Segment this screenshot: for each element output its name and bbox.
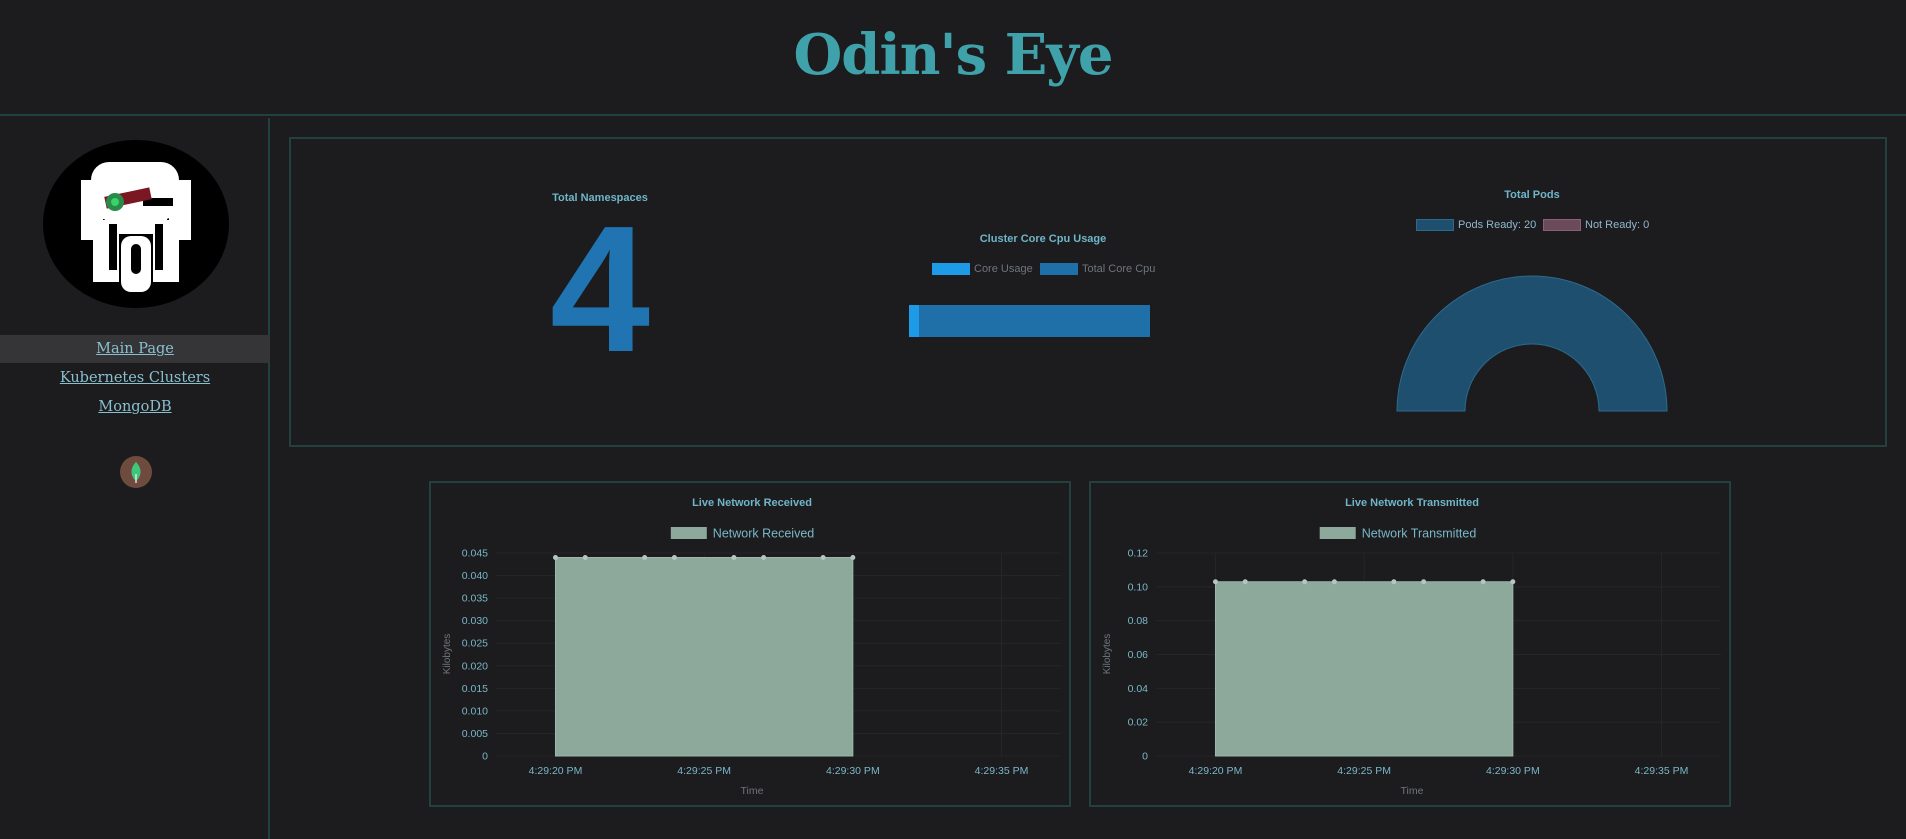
x-axis-label: Time <box>1401 785 1424 797</box>
y-tick-label: 0.010 <box>462 705 488 717</box>
pods-ready-legend: Pods Ready: 20 <box>1458 219 1537 231</box>
nav-kubernetes-clusters[interactable]: Kubernetes Clusters <box>0 364 270 392</box>
y-tick-label: 0.040 <box>462 570 488 582</box>
core-usage-swatch <box>932 263 970 275</box>
data-point <box>731 555 737 561</box>
chart-title: Live Network Received <box>692 497 812 509</box>
y-tick-label: 0.02 <box>1128 717 1149 729</box>
data-point <box>1391 579 1397 585</box>
nav-mongodb[interactable]: MongoDB <box>0 393 270 421</box>
legend-label: Network Transmitted <box>1362 527 1477 541</box>
core-usage-bar <box>909 305 919 337</box>
data-point <box>1421 579 1427 585</box>
total-core-cpu-legend: Total Core Cpu <box>1082 263 1156 275</box>
x-tick-label: 4:29:25 PM <box>677 765 731 777</box>
namespaces-count: 4 <box>549 189 651 390</box>
chart-title: Live Network Transmitted <box>1345 497 1479 509</box>
data-point <box>1242 579 1248 585</box>
data-point <box>761 555 767 561</box>
data-point <box>1212 579 1218 585</box>
y-tick-label: 0.030 <box>462 615 488 627</box>
pods-gauge <box>1396 275 1668 412</box>
y-tick-label: 0.06 <box>1128 649 1149 661</box>
data-point <box>671 555 677 561</box>
y-tick-label: 0.005 <box>462 728 488 740</box>
leaf-icon <box>131 462 141 483</box>
data-point <box>850 555 856 561</box>
network-transmitted-chart: Live Network Transmitted Network Transmit… <box>1089 481 1731 807</box>
data-point <box>1480 579 1486 585</box>
odin-logo <box>43 140 229 308</box>
y-tick-label: 0.12 <box>1128 548 1149 560</box>
not-ready-legend: Not Ready: 0 <box>1585 219 1650 231</box>
data-point <box>582 555 588 561</box>
x-tick-label: 4:29:20 PM <box>529 765 583 777</box>
x-tick-label: 4:29:35 PM <box>975 765 1029 777</box>
odin-face-icon <box>81 162 191 292</box>
y-tick-label: 0.015 <box>462 683 488 695</box>
y-tick-label: 0.025 <box>462 638 488 650</box>
network-received-plot: Live Network Received Network Received 0 0.… <box>442 497 1061 797</box>
app-header: Odin's Eye <box>0 0 1906 116</box>
sidebar: Main Page Kubernetes Clusters MongoDB <box>0 118 270 839</box>
leaf-badge[interactable] <box>120 456 152 488</box>
y-tick-label: 0.045 <box>462 548 488 560</box>
y-tick-label: 0.08 <box>1128 615 1149 627</box>
network-transmitted-plot: Live Network Transmitted Network Transmit… <box>1102 497 1721 797</box>
x-tick-label: 4:29:20 PM <box>1189 765 1243 777</box>
series-area <box>554 557 854 757</box>
x-tick-label: 4:29:25 PM <box>1337 765 1391 777</box>
y-tick-label: 0.10 <box>1128 581 1149 593</box>
x-axis-label: Time <box>741 785 764 797</box>
y-tick-label: 0.04 <box>1128 683 1149 695</box>
total-pods-title: Total Pods <box>1504 189 1560 201</box>
y-axis-label: Kilobytes <box>442 634 453 675</box>
y-axis-label: Kilobytes <box>1102 634 1113 675</box>
legend-label: Network Received <box>713 527 814 541</box>
x-tick-label: 4:29:30 PM <box>1486 765 1540 777</box>
total-core-cpu-bar <box>909 305 1150 337</box>
data-point <box>1331 579 1337 585</box>
legend-swatch <box>1319 527 1356 539</box>
y-tick-label: 0.035 <box>462 593 488 605</box>
y-tick-label: 0 <box>482 751 488 763</box>
cpu-usage-title: Cluster Core Cpu Usage <box>979 233 1107 245</box>
pods-ready-swatch <box>1416 219 1454 231</box>
data-point <box>1510 579 1516 585</box>
network-received-chart: Live Network Received Network Received 0 0.… <box>429 481 1071 807</box>
not-ready-swatch <box>1543 219 1581 231</box>
data-point <box>1302 579 1308 585</box>
core-usage-legend: Core Usage <box>974 263 1033 275</box>
data-point <box>642 555 648 561</box>
y-tick-label: 0 <box>1142 751 1148 763</box>
x-tick-label: 4:29:30 PM <box>826 765 880 777</box>
total-core-cpu-swatch <box>1040 263 1078 275</box>
legend-swatch <box>670 527 707 539</box>
data-point <box>552 555 558 561</box>
series-area <box>1214 581 1514 757</box>
data-point <box>820 555 826 561</box>
x-tick-label: 4:29:35 PM <box>1635 765 1689 777</box>
nav-main-page[interactable]: Main Page <box>0 335 270 363</box>
y-tick-label: 0.020 <box>462 660 488 672</box>
app-title: Odin's Eye <box>793 22 1114 88</box>
